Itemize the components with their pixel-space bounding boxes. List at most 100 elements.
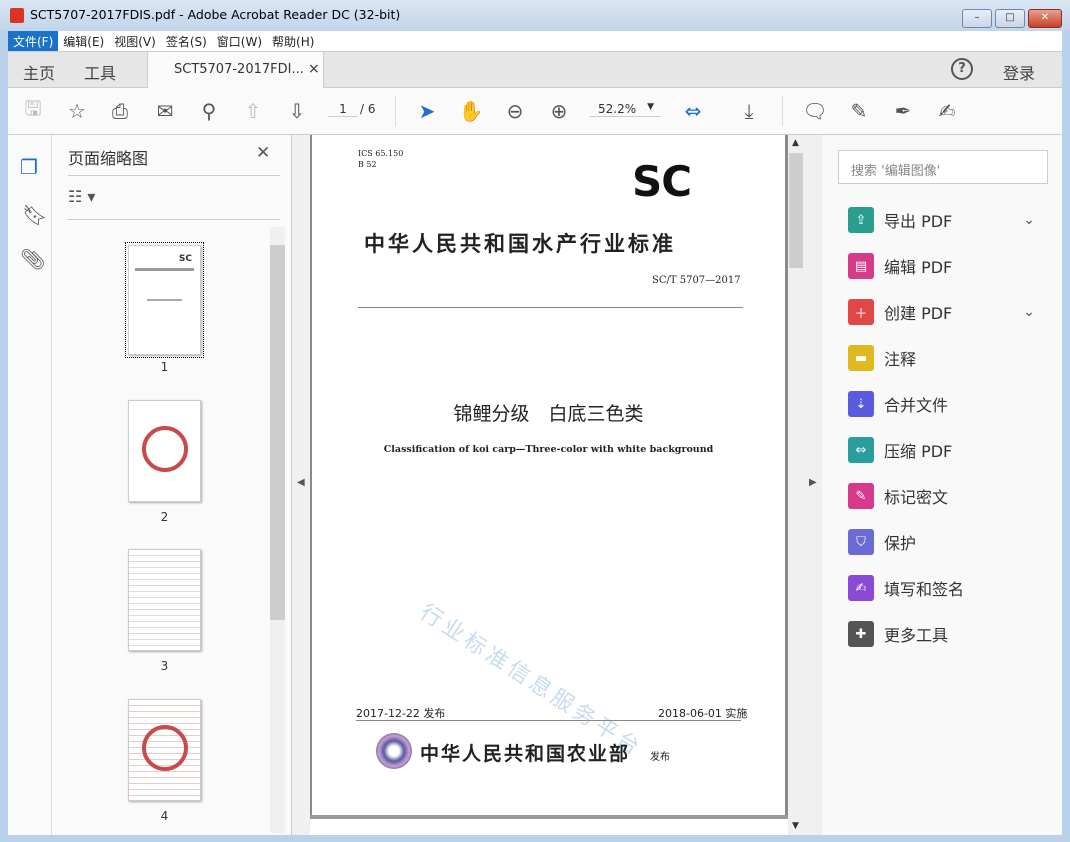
scroll-mode-icon[interactable]: ⤓	[736, 98, 762, 124]
acrobat-logo-icon	[10, 8, 24, 23]
tool-item[interactable]: ＋ 创建 PDF ⌄	[834, 292, 1049, 332]
left-navigation-rail: ❐ 🔖︎ 📎︎	[8, 135, 52, 835]
page-thumbnail-2[interactable]	[128, 400, 201, 502]
select-tool-icon[interactable]: ➤	[414, 98, 440, 124]
tab-document[interactable]: SCT5707-2017FDI... ×	[147, 52, 324, 89]
page-thumbnail-3[interactable]	[128, 549, 201, 651]
menu-edit[interactable]: 编辑(E)	[58, 31, 109, 51]
tab-tools[interactable]: 工具	[84, 60, 116, 84]
zoom-select[interactable]: 52.2% ▼	[590, 102, 660, 117]
next-page-icon[interactable]: ⇩	[284, 98, 310, 124]
ministry-emblem	[376, 733, 412, 769]
tool-item[interactable]: ▬ 注释	[834, 338, 1049, 378]
print-icon[interactable]: ⎙	[107, 98, 133, 124]
zoom-out-icon[interactable]: ⊖	[502, 98, 528, 124]
page-number-input[interactable]: 1	[328, 102, 358, 117]
tool-label: 创建 PDF	[884, 304, 953, 323]
page-thumbnail-1[interactable]: SC	[125, 242, 204, 358]
attachments-icon[interactable]: 📎︎	[20, 247, 45, 271]
tool-item[interactable]: ⛉ 保护	[834, 522, 1049, 562]
tool-item[interactable]: ✚ 更多工具	[834, 614, 1049, 654]
tool-icon: ✎	[848, 483, 874, 509]
collapse-right-panel-button[interactable]: ▶	[804, 135, 822, 835]
thumbnail-panel: 页面缩略图 ✕ ☷ ▾ SC 1 2 3 4	[52, 135, 292, 835]
page-number-label: 3	[160, 659, 169, 673]
sc-logo: SC	[632, 157, 692, 206]
zoom-value: 52.2%	[598, 102, 637, 116]
comment-icon[interactable]: 🗨	[802, 98, 828, 124]
tool-icon: ▬	[848, 345, 874, 371]
close-panel-icon[interactable]: ✕	[256, 143, 270, 163]
page-thumbnails-icon[interactable]: ❐	[20, 155, 38, 179]
menu-bar: 文件(F) 编辑(E) 视图(V) 签名(S) 窗口(W) 帮助(H)	[8, 31, 1062, 51]
implementation-date: 2018-06-01 实施	[658, 707, 748, 720]
tab-close-icon[interactable]: ×	[308, 61, 320, 77]
tools-panel: 搜索 '编辑图像' ⇪ 导出 PDF ⌄ ▤ 编辑 PDF ＋ 创建 PDF ⌄ ▬ 注释 ⇣ 合并文…	[822, 135, 1062, 835]
edit-document-icon[interactable]: ✍	[934, 98, 960, 124]
minimize-button[interactable]: –	[962, 9, 992, 28]
zoom-in-icon[interactable]: ⊕	[546, 98, 572, 124]
tool-item[interactable]: ⇣ 合并文件	[834, 384, 1049, 424]
fit-page-icon[interactable]: ⇔	[680, 98, 706, 124]
tool-icon: ⛉	[848, 529, 874, 555]
bookmarks-icon[interactable]: 🔖︎	[22, 203, 47, 227]
page-total: / 6	[360, 102, 376, 116]
hand-tool-icon[interactable]: ✋	[458, 98, 484, 124]
panel-title: 页面缩略图	[68, 149, 149, 168]
thumbnail-options-icon[interactable]: ☷ ▾	[68, 187, 95, 206]
email-icon[interactable]: ✉	[152, 98, 178, 124]
tool-icon: ＋	[848, 299, 874, 325]
thumbnail-scrollbar[interactable]	[270, 227, 285, 833]
tool-label: 合并文件	[884, 396, 949, 415]
login-button[interactable]: 登录	[1003, 60, 1035, 84]
pdf-page: ICS 65.150 B 52 SC 中华人民共和国水产行业标准 SC/T 57…	[312, 135, 785, 815]
tool-item[interactable]: ▤ 编辑 PDF	[834, 246, 1049, 286]
ics-code: ICS 65.150	[358, 149, 404, 158]
tool-icon: ⇣	[848, 391, 874, 417]
search-icon[interactable]: ⚲	[196, 98, 222, 124]
tool-label: 编辑 PDF	[884, 258, 953, 277]
bookmark-star-icon[interactable]: ☆	[64, 98, 90, 124]
document-title-en: Classification of koi carp—Three-color w…	[383, 444, 714, 455]
divider	[782, 96, 783, 126]
maximize-button[interactable]: □	[995, 9, 1025, 28]
tool-label: 保护	[884, 534, 917, 553]
tool-item[interactable]: ⇪ 导出 PDF ⌄	[834, 200, 1049, 240]
close-button[interactable]: ✕	[1028, 9, 1062, 28]
toolbar: 🖫 ☆ ⎙ ✉ ⚲ ⇧ ⇩ 1 / 6 ➤ ✋ ⊖ ⊕ 52.2% ▼ ⇔ ⤓ 🗨…	[8, 88, 1062, 135]
menu-window[interactable]: 窗口(W)	[212, 31, 267, 51]
menu-view[interactable]: 视图(V)	[109, 31, 161, 51]
document-scrollbar[interactable]: ▲ ▼	[788, 135, 804, 835]
tool-icon: ▤	[848, 253, 874, 279]
org-title: 中华人民共和国水产行业标准	[364, 232, 676, 256]
tool-item[interactable]: ⇔ 压缩 PDF	[834, 430, 1049, 470]
tab-home[interactable]: 主页	[23, 60, 55, 84]
save-icon[interactable]: 🖫	[20, 96, 46, 124]
menu-sign[interactable]: 签名(S)	[161, 31, 212, 51]
issue-date: 2017-12-22 发布	[356, 707, 446, 720]
menu-help[interactable]: 帮助(H)	[267, 31, 319, 51]
tool-label: 压缩 PDF	[884, 442, 953, 461]
issuer-suffix: 发布	[650, 752, 670, 763]
tool-item[interactable]: ✎ 标记密文	[834, 476, 1049, 516]
page-number-label: 1	[160, 360, 169, 374]
divider	[395, 96, 396, 126]
document-view: ICS 65.150 B 52 SC 中华人民共和国水产行业标准 SC/T 57…	[310, 135, 804, 835]
menu-file[interactable]: 文件(F)	[8, 31, 59, 51]
highlight-icon[interactable]: ✎	[846, 98, 872, 124]
sign-icon[interactable]: ✒	[890, 98, 916, 124]
tool-label: 填写和签名	[884, 580, 965, 599]
tools-search-input[interactable]: 搜索 '编辑图像'	[838, 150, 1048, 184]
chevron-down-icon[interactable]: ⌄	[1023, 304, 1035, 320]
tool-item[interactable]: ✍ 填写和签名	[834, 568, 1049, 608]
collapse-left-panel-button[interactable]: ◀	[292, 135, 310, 835]
previous-page-icon[interactable]: ⇧	[240, 98, 266, 124]
page-thumbnail-4[interactable]	[128, 699, 201, 801]
window-title: SCT5707-2017FDIS.pdf - Adobe Acrobat Rea…	[30, 7, 401, 22]
tool-label: 注释	[884, 350, 917, 369]
chevron-down-icon[interactable]: ⌄	[1023, 212, 1035, 228]
help-icon[interactable]: ?	[951, 58, 973, 80]
divider	[68, 219, 280, 220]
tool-icon: ⇔	[848, 437, 874, 463]
b-code: B 52	[358, 160, 377, 169]
